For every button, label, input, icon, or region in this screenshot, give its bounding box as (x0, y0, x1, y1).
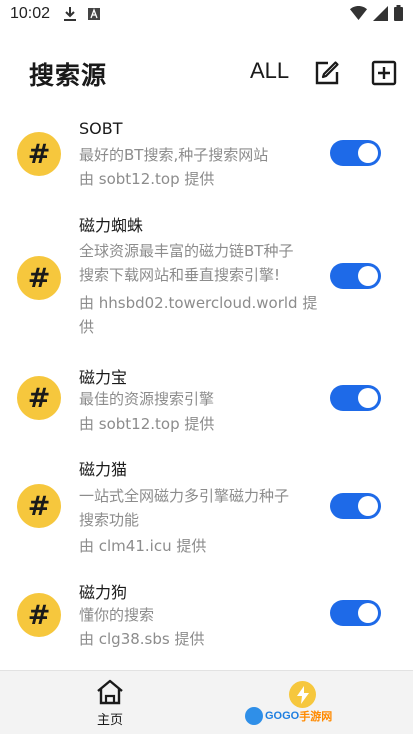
a-icon (88, 8, 101, 20)
watermark: GOGO 手游网 (245, 707, 332, 725)
source-description: 全球资源最丰富的磁力链BT种子 搜索下载网站和垂直搜索引擎! (79, 239, 319, 287)
desc-line: 全球资源最丰富的磁力链BT种子 (79, 242, 294, 260)
desc-line: 最好的BT搜索,种子搜索网站 (79, 146, 269, 164)
nav-home-label: 主页 (96, 713, 123, 728)
provider-line: 由 sobt12.top 提供 (79, 415, 215, 433)
source-name: SOBT (79, 119, 123, 138)
status-bar: 10:02 (0, 0, 413, 28)
desc-line: 一站式全网磁力多引擎磁力种子 (79, 487, 290, 505)
list-item[interactable]: # 磁力猫 一站式全网磁力多引擎磁力种子 搜索功能 由 clm41.icu 提供 (0, 448, 413, 563)
desc-line: 搜索功能 (79, 511, 140, 529)
source-provider: 由 clg38.sbs 提供 (79, 627, 319, 651)
wifi-icon (350, 6, 367, 20)
list-item[interactable]: # 磁力蜘蛛 全球资源最丰富的磁力链BT种子 搜索下载网站和垂直搜索引擎! 由 … (0, 205, 413, 345)
watermark-text: GOGO (265, 710, 300, 722)
provider-line: 由 clm41.icu 提供 (79, 537, 207, 555)
hash-avatar: # (17, 256, 61, 300)
source-description: 懂你的搜索 (79, 603, 319, 627)
provider-line: 由 clg38.sbs 提供 (79, 630, 205, 648)
source-provider: 由 sobt12.top 提供 (79, 167, 319, 191)
toggle-knob (358, 496, 378, 516)
list-item[interactable]: # SOBT 最好的BT搜索,种子搜索网站 由 sobt12.top 提供 (0, 110, 413, 200)
hash-avatar: # (17, 132, 61, 176)
source-provider: 由 sobt12.top 提供 (79, 412, 319, 436)
toggle-knob (358, 143, 378, 163)
page-title: 搜索源 (29, 61, 108, 90)
bottom-nav: 主页 GOGO 手游网 (0, 670, 413, 734)
provider-line: 由 hhsbd02.towercloud.world 提 (79, 294, 318, 312)
watermark-logo-icon (245, 707, 263, 725)
enable-toggle[interactable] (330, 263, 381, 289)
watermark-text-2: 手游网 (299, 711, 333, 723)
source-description: 最佳的资源搜索引擎 (79, 387, 319, 411)
source-name: 磁力蜘蛛 (79, 216, 144, 235)
toggle-knob (358, 603, 378, 623)
list-item[interactable]: # 磁力宝 最佳的资源搜索引擎 由 sobt12.top 提供 (0, 355, 413, 445)
provider-line: 供 (79, 318, 95, 336)
download-icon (64, 7, 77, 21)
toggle-knob (358, 388, 378, 408)
enable-toggle[interactable] (330, 140, 381, 166)
source-name: 磁力宝 (79, 368, 128, 387)
desc-line: 搜索下载网站和垂直搜索引擎! (79, 266, 281, 284)
hash-avatar: # (17, 484, 61, 528)
hash-avatar: # (17, 593, 61, 637)
battery-icon (394, 5, 403, 21)
desc-line: 最佳的资源搜索引擎 (79, 390, 215, 408)
bolt-icon[interactable] (289, 681, 316, 708)
source-name: 磁力猫 (79, 460, 128, 479)
enable-toggle[interactable] (330, 385, 381, 411)
status-right-icons (350, 5, 403, 21)
hash-avatar: # (17, 376, 61, 420)
nav-home[interactable]: 主页 (89, 679, 131, 728)
status-left-icons (64, 7, 101, 21)
provider-line: 由 sobt12.top 提供 (79, 170, 215, 188)
edit-icon[interactable] (314, 60, 340, 86)
enable-toggle[interactable] (330, 493, 381, 519)
source-provider: 由 hhsbd02.towercloud.world 提 供 (79, 291, 319, 339)
add-box-icon[interactable] (371, 60, 397, 86)
source-provider: 由 clm41.icu 提供 (79, 534, 319, 558)
status-time: 10:02 (10, 5, 51, 22)
enable-toggle[interactable] (330, 600, 381, 626)
source-description: 一站式全网磁力多引擎磁力种子 搜索功能 (79, 484, 319, 532)
desc-line: 懂你的搜索 (79, 606, 155, 624)
signal-icon (373, 5, 388, 21)
toggle-knob (358, 266, 378, 286)
source-description: 最好的BT搜索,种子搜索网站 (79, 143, 319, 167)
app-bar: 搜索源 ALL (0, 48, 413, 100)
source-name: 磁力狗 (79, 583, 128, 602)
all-button[interactable]: ALL (250, 58, 289, 84)
list-item[interactable]: # 磁力狗 懂你的搜索 由 clg38.sbs 提供 (0, 570, 413, 660)
home-icon (95, 679, 125, 709)
